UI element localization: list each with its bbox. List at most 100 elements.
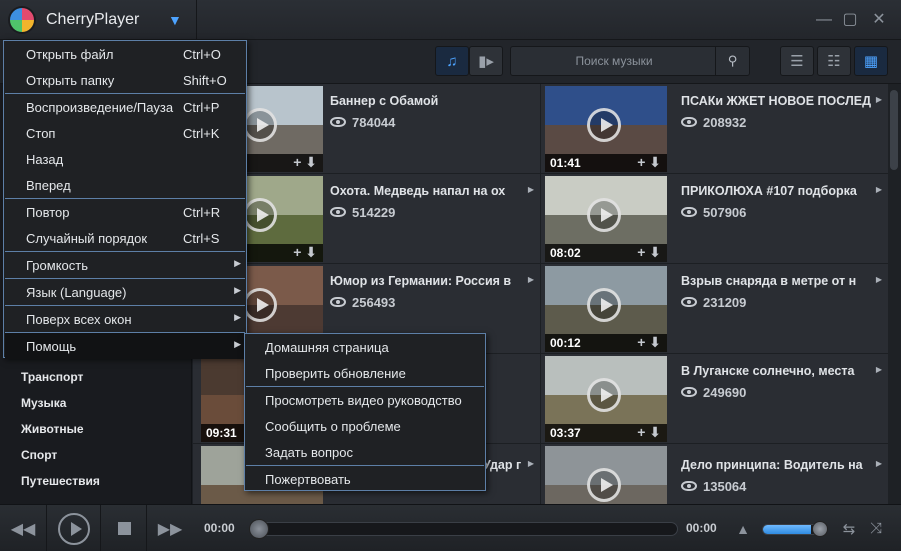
- video-card[interactable]: 01:41 + ⬇ ПСАКи ЖЖЕТ НОВОЕ ПОСЛЕД 208932…: [541, 84, 888, 174]
- more-arrow-icon[interactable]: ▶: [876, 459, 882, 468]
- views-count: 514229: [352, 205, 396, 220]
- menu-item-help[interactable]: Помощь ▶: [5, 333, 245, 359]
- video-title[interactable]: ПСАКи ЖЖЕТ НОВОЕ ПОСЛЕД: [681, 94, 886, 108]
- eye-icon: [681, 117, 697, 127]
- views-count: 231209: [703, 295, 747, 310]
- play-icon[interactable]: [587, 288, 621, 322]
- play-icon[interactable]: [587, 378, 621, 412]
- shuffle-icon[interactable]: ⤨: [864, 505, 888, 551]
- play-icon[interactable]: [587, 198, 621, 232]
- video-title[interactable]: ПРИКОЛЮХА #107 подборка: [681, 184, 886, 198]
- add-download-icons[interactable]: + ⬇: [637, 244, 661, 261]
- scrollbar-thumb[interactable]: [890, 90, 898, 170]
- submenu-item-label: Просмотреть видео руководство: [265, 393, 462, 408]
- detail-list-view-icon[interactable]: ☷: [817, 46, 851, 76]
- play-icon[interactable]: [243, 198, 277, 232]
- video-title[interactable]: Юмор из Германии: Россия в: [330, 274, 535, 288]
- add-download-icons[interactable]: + ⬇: [293, 154, 317, 171]
- category-transport[interactable]: Транспорт: [21, 370, 83, 384]
- more-arrow-icon[interactable]: ▶: [528, 459, 534, 468]
- music-mode-icon[interactable]: ♫: [435, 46, 469, 76]
- video-thumbnail[interactable]: 08:02 + ⬇: [545, 176, 667, 262]
- play-icon[interactable]: [587, 108, 621, 142]
- video-duration: 09:31: [206, 426, 237, 440]
- seek-bar[interactable]: [250, 522, 678, 536]
- video-thumbnail[interactable]: 03:37 + ⬇: [545, 356, 667, 442]
- minimize-icon[interactable]: —: [814, 10, 834, 30]
- add-download-icons[interactable]: + ⬇: [293, 244, 317, 261]
- add-download-icons[interactable]: + ⬇: [637, 424, 661, 441]
- video-thumbnail[interactable]: 01:41 + ⬇: [545, 86, 667, 172]
- player-divider: [46, 505, 47, 551]
- submenu-item-check-update[interactable]: Проверить обновление: [246, 360, 484, 386]
- menu-item-open-folder[interactable]: Открыть папку Shift+O: [5, 67, 245, 93]
- volume-knob[interactable]: [812, 521, 828, 537]
- menu-item-shortcut: Ctrl+S: [183, 231, 220, 246]
- play-pause-button[interactable]: [54, 505, 94, 551]
- category-travel[interactable]: Путешествия: [21, 474, 100, 488]
- submenu-item-homepage[interactable]: Домашняя страница: [246, 334, 484, 360]
- volume-icon[interactable]: ▲: [732, 505, 754, 551]
- views-count: 784044: [352, 115, 396, 130]
- menu-item-forward[interactable]: Вперед: [5, 172, 245, 198]
- menu-item-label: Случайный порядок: [26, 231, 148, 246]
- more-arrow-icon[interactable]: ▶: [876, 275, 882, 284]
- menu-item-stop[interactable]: Стоп Ctrl+K: [5, 120, 245, 146]
- more-arrow-icon[interactable]: ▶: [876, 185, 882, 194]
- menu-item-language[interactable]: Язык (Language) ▶: [5, 279, 245, 305]
- play-icon[interactable]: [587, 468, 621, 502]
- repeat-icon[interactable]: ⇆: [838, 505, 860, 551]
- stop-icon[interactable]: [108, 505, 140, 551]
- video-card[interactable]: Дело принципа: Водитель на 135064 ▶: [541, 444, 888, 504]
- menu-item-shuffle[interactable]: Случайный порядок Ctrl+S: [5, 225, 245, 251]
- list-view-icon[interactable]: ☰: [780, 46, 814, 76]
- more-arrow-icon[interactable]: ▶: [876, 365, 882, 374]
- submenu-item-ask-question[interactable]: Задать вопрос: [246, 439, 484, 465]
- video-mode-icon[interactable]: ▮▸: [469, 46, 503, 76]
- menu-item-label: Громкость: [26, 258, 88, 273]
- video-card[interactable]: 00:12 + ⬇ Взрыв снаряда в метре от н 231…: [541, 264, 888, 354]
- menu-item-back[interactable]: Назад: [5, 146, 245, 172]
- video-thumbnail[interactable]: [545, 446, 667, 504]
- search-icon[interactable]: ⚲: [715, 47, 749, 75]
- menu-item-repeat[interactable]: Повтор Ctrl+R: [5, 199, 245, 225]
- menu-item-label: Открыть файл: [26, 47, 114, 62]
- video-card[interactable]: 03:37 + ⬇ В Луганске солнечно, места 249…: [541, 354, 888, 444]
- app-menu-chevron-down-icon[interactable]: ▼: [168, 12, 182, 28]
- submenu-item-report-problem[interactable]: Сообщить о проблеме: [246, 413, 484, 439]
- submenu-item-donate[interactable]: Пожертвовать: [246, 466, 484, 492]
- video-title[interactable]: Баннер с Обамой: [330, 94, 535, 108]
- add-download-icons[interactable]: + ⬇: [637, 154, 661, 171]
- submenu-item-video-guide[interactable]: Просмотреть видео руководство: [246, 387, 484, 413]
- menu-item-label: Открыть папку: [26, 73, 115, 88]
- menu-item-volume[interactable]: Громкость ▶: [5, 252, 245, 278]
- submenu-item-label: Домашняя страница: [265, 340, 389, 355]
- video-title[interactable]: В Луганске солнечно, места: [681, 364, 886, 378]
- grid-view-icon[interactable]: ▦: [854, 46, 888, 76]
- video-title[interactable]: Взрыв снаряда в метре от н: [681, 274, 886, 288]
- video-title[interactable]: Дело принципа: Водитель на: [681, 458, 886, 472]
- previous-icon[interactable]: ◀◀: [0, 505, 46, 551]
- menu-item-always-on-top[interactable]: Поверх всех окон ▶: [5, 306, 245, 332]
- close-icon[interactable]: ✕: [869, 10, 889, 30]
- category-sport[interactable]: Спорт: [21, 448, 57, 462]
- more-arrow-icon[interactable]: ▶: [528, 275, 534, 284]
- menu-item-open-file[interactable]: Открыть файл Ctrl+O: [5, 41, 245, 67]
- menu-item-play-pause[interactable]: Воспроизведение/Пауза Ctrl+P: [5, 94, 245, 120]
- video-title[interactable]: Охота. Медведь напал на ох: [330, 184, 535, 198]
- submenu-item-label: Сообщить о проблеме: [265, 419, 401, 434]
- video-card[interactable]: 08:02 + ⬇ ПРИКОЛЮХА #107 подборка 507906…: [541, 174, 888, 264]
- submenu-arrow-icon: ▶: [234, 258, 241, 268]
- search-input[interactable]: [511, 47, 717, 75]
- play-icon[interactable]: [243, 108, 277, 142]
- video-thumbnail[interactable]: 00:12 + ⬇: [545, 266, 667, 352]
- category-animals[interactable]: Животные: [21, 422, 84, 436]
- more-arrow-icon[interactable]: ▶: [528, 185, 534, 194]
- seek-knob[interactable]: [249, 519, 269, 539]
- more-arrow-icon[interactable]: ▶: [876, 95, 882, 104]
- next-icon[interactable]: ▶▶: [150, 505, 190, 551]
- add-download-icons[interactable]: + ⬇: [637, 334, 661, 351]
- maximize-icon[interactable]: ▢: [840, 10, 860, 30]
- play-icon[interactable]: [243, 288, 277, 322]
- category-music[interactable]: Музыка: [21, 396, 66, 410]
